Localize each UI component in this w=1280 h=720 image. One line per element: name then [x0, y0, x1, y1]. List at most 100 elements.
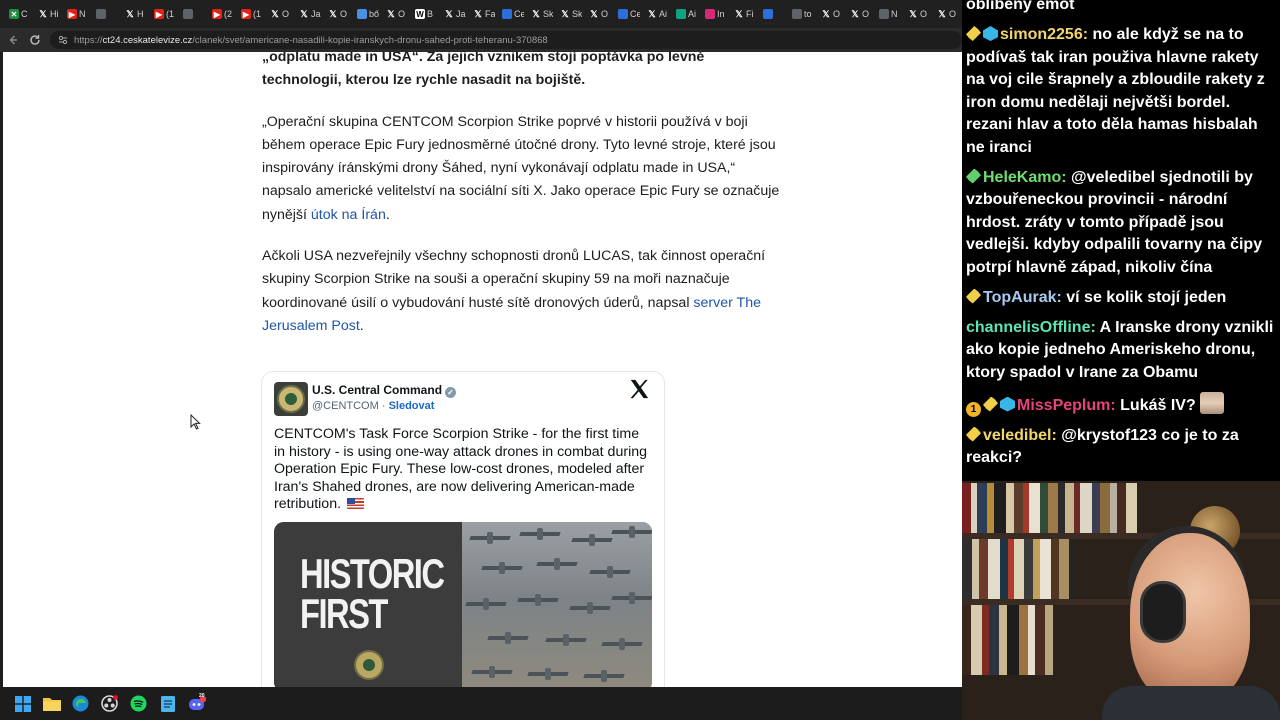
- browser-tab[interactable]: ▶ N: [64, 3, 93, 25]
- browser-tab[interactable]: 𝕏O: [325, 3, 354, 25]
- tab-title: Ce: [630, 9, 640, 19]
- browser-tab[interactable]: 𝕏 Hi: [35, 3, 64, 25]
- browser-tab[interactable]: 𝕏 Sk: [557, 3, 586, 25]
- tab-title: O: [949, 9, 957, 19]
- browser-tab[interactable]: [180, 3, 209, 25]
- chat-username[interactable]: channelisOffline: [966, 319, 1090, 336]
- chat-text: oblíbený emot: [966, 0, 1075, 13]
- x-favicon-icon: 𝕏: [532, 8, 540, 19]
- browser-tab[interactable]: ▶ (1: [238, 3, 267, 25]
- chat-message: 1 MissPeplum: Lukáš IV?: [966, 391, 1280, 418]
- tab-title: O: [398, 9, 406, 19]
- browser-tab[interactable]: 𝕏 Ja: [441, 3, 470, 25]
- browser-tab[interactable]: 𝕏 Fi: [731, 3, 760, 25]
- follow-link[interactable]: Sledovat: [389, 400, 435, 412]
- browser-tab[interactable]: 𝕏 Fa: [470, 3, 499, 25]
- article-paragraph-quote: „Operační skupina CENTCOM Scorpion Strik…: [262, 111, 782, 227]
- browser-tab[interactable]: WB: [412, 3, 441, 25]
- reload-icon: [30, 35, 40, 45]
- tab-title: B: [427, 9, 434, 19]
- tweet-author-name[interactable]: U.S. Central Command ✓: [312, 383, 457, 398]
- browser-tab[interactable]: N: [876, 3, 905, 25]
- tab-title: O: [920, 9, 928, 19]
- site-info-icon[interactable]: [58, 35, 68, 45]
- discord-button[interactable]: 20: [182, 689, 211, 718]
- handle-text: @CENTCOM: [312, 400, 379, 412]
- chat-message: veledibel: @krystof123 co je to za reakc…: [966, 425, 1280, 470]
- embedded-tweet[interactable]: U.S. Central Command ✓ @CENTCOM · Sledova…: [261, 371, 665, 687]
- tab-title: O: [833, 9, 841, 19]
- browser-tab[interactable]: 𝕏O: [267, 3, 296, 25]
- headphone-earcup: [1140, 581, 1186, 643]
- chat-username[interactable]: veledibel: [983, 427, 1051, 444]
- pill-badge-icon: [966, 26, 981, 41]
- back-arrow-icon: [9, 35, 17, 45]
- x-favicon-icon: 𝕏: [851, 8, 859, 19]
- tab-title: Hi: [50, 9, 59, 19]
- browser-tab[interactable]: 𝕏H: [122, 3, 151, 25]
- tab-title: C: [21, 9, 28, 19]
- chat-username[interactable]: TopAurak: [983, 289, 1056, 306]
- centcom-avatar[interactable]: [274, 382, 308, 416]
- pill-badge-icon: [966, 288, 981, 304]
- tab-title: H: [137, 9, 144, 19]
- tab-title: Ai: [659, 9, 668, 19]
- x-favicon-icon: 𝕏: [735, 8, 743, 19]
- browser-tab[interactable]: 𝕏O: [847, 3, 876, 25]
- web-page[interactable]: „odplatu made in USA“. Za jejich vznikem…: [3, 52, 962, 687]
- file-explorer-button[interactable]: [37, 689, 66, 718]
- drones-photo: [462, 522, 652, 687]
- x-favicon-icon: 𝕏: [329, 8, 337, 19]
- historic-first-text: HISTORIC FIRST: [300, 550, 445, 637]
- browser-tab[interactable]: Ai: [673, 3, 702, 25]
- browser-tab[interactable]: In: [702, 3, 731, 25]
- notepad-button[interactable]: [153, 689, 182, 718]
- tab-title: Fa: [485, 9, 495, 19]
- start-button[interactable]: [8, 689, 37, 718]
- tab-title: Ce: [514, 9, 524, 19]
- url-field[interactable]: https://ct24.ceskatelevize.cz/clanek/sve…: [50, 31, 962, 49]
- tab-title: Sk: [572, 9, 582, 19]
- tab-title: O: [601, 9, 609, 19]
- browser-tab[interactable]: 𝕏O: [586, 3, 615, 25]
- browser-tab[interactable]: 𝕏 Sk: [528, 3, 557, 25]
- browser-tab[interactable]: 𝕏 Ai: [644, 3, 673, 25]
- browser-tab[interactable]: to: [789, 3, 818, 25]
- tab-title: bő: [369, 9, 379, 19]
- browser-tab[interactable]: ✕ C: [6, 3, 35, 25]
- back-button[interactable]: [2, 29, 24, 51]
- browser-tab[interactable]: 𝕏O: [383, 3, 412, 25]
- browser-tab[interactable]: ▶ (1: [151, 3, 180, 25]
- tab-title: O: [340, 9, 348, 19]
- x-logo-icon[interactable]: [628, 378, 650, 400]
- green-favicon-icon: [676, 9, 686, 19]
- link-utok-na-iran[interactable]: útok na Írán: [311, 207, 386, 223]
- browser-tab[interactable]: Ce: [499, 3, 528, 25]
- x-favicon-icon: 𝕏: [561, 8, 569, 19]
- browser-tab[interactable]: 𝕏O: [905, 3, 934, 25]
- spotify-button[interactable]: [124, 689, 153, 718]
- chat-message: HeleKamo: @veledibel sjednotili by vzbou…: [966, 167, 1280, 280]
- browser-tab[interactable]: ▶ (2: [209, 3, 238, 25]
- ct-favicon-icon: [502, 9, 512, 19]
- tweet-media-image[interactable]: HISTORIC FIRST: [274, 522, 652, 687]
- browser-tab[interactable]: 𝕏O: [818, 3, 847, 25]
- article-paragraph-lucas: Ačkoli USA nezveřejnily všechny schopnos…: [262, 245, 782, 338]
- chat-username[interactable]: HeleKamo: [983, 169, 1061, 186]
- browser-tab[interactable]: [760, 3, 789, 25]
- browser-tab[interactable]: 𝕏O: [934, 3, 962, 25]
- x-favicon-icon: 𝕏: [445, 8, 453, 19]
- browser-tab[interactable]: bő: [354, 3, 383, 25]
- chat-username[interactable]: MissPeplum: [1017, 397, 1110, 414]
- browser-tab[interactable]: Ce: [615, 3, 644, 25]
- obs-button[interactable]: [95, 689, 124, 718]
- edge-button[interactable]: [66, 689, 95, 718]
- search-favicon-icon: [357, 9, 367, 19]
- x-favicon-icon: 𝕏: [271, 8, 279, 19]
- chat-text: ví se kolik stojí jeden: [1066, 288, 1227, 306]
- reload-button[interactable]: [24, 29, 46, 51]
- chat-username[interactable]: simon2256: [1000, 26, 1083, 43]
- tab-title: N: [79, 9, 86, 19]
- browser-tab[interactable]: [93, 3, 122, 25]
- browser-tab[interactable]: 𝕏 Ja: [296, 3, 325, 25]
